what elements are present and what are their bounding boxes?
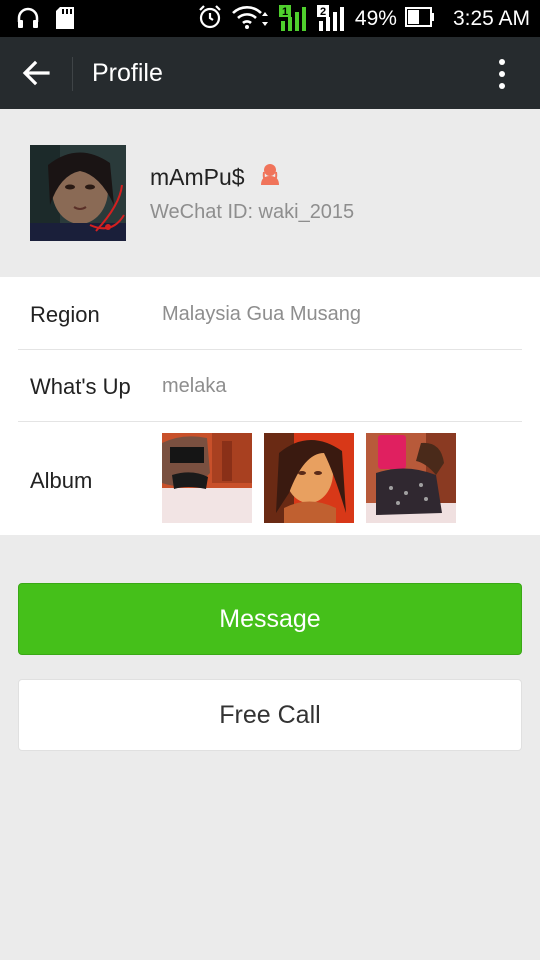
- signal-sim1-icon: 1: [278, 3, 309, 36]
- profile-header: mAmPu$ WeChat ID: waki_2015: [0, 109, 540, 277]
- avatar[interactable]: [30, 145, 126, 241]
- alarm-icon: [197, 4, 223, 35]
- wifi-icon: [231, 4, 271, 35]
- whatsup-row[interactable]: What's Up melaka: [0, 350, 540, 421]
- svg-text:2: 2: [320, 6, 326, 18]
- sd-card-icon: [54, 6, 76, 35]
- free-call-button[interactable]: Free Call: [18, 679, 522, 751]
- arrow-left-icon: [22, 60, 50, 86]
- nickname-row: mAmPu$: [150, 163, 281, 192]
- album-photo[interactable]: [264, 433, 354, 523]
- album-photo[interactable]: [366, 433, 456, 523]
- back-button[interactable]: [18, 55, 54, 91]
- whatsup-label: What's Up: [30, 374, 131, 399]
- album-photo[interactable]: [162, 433, 252, 523]
- more-vertical-icon: [499, 59, 505, 89]
- signal-sim2-icon: 2: [316, 3, 347, 36]
- battery-icon: [404, 6, 435, 32]
- whatsup-value: melaka: [162, 375, 227, 397]
- more-options-button[interactable]: [488, 57, 516, 91]
- app-bar: Profile: [0, 37, 540, 109]
- battery-percent: 49%: [354, 7, 397, 30]
- status-bar: 1 2 49% 3:25 AM: [0, 0, 540, 37]
- status-time: 3:25 AM: [452, 7, 530, 30]
- album-thumbnails: [162, 433, 456, 523]
- appbar-divider: [72, 57, 73, 91]
- region-value: Malaysia Gua Musang: [162, 303, 361, 325]
- wechat-id: WeChat ID: waki_2015: [150, 201, 355, 223]
- headset-icon: [16, 6, 40, 35]
- region-label: Region: [30, 302, 100, 327]
- album-label: Album: [30, 468, 93, 493]
- message-button[interactable]: Message: [18, 583, 522, 655]
- nickname: mAmPu$: [150, 164, 245, 190]
- svg-text:1: 1: [282, 6, 288, 18]
- page-title: Profile: [92, 59, 163, 87]
- region-row[interactable]: Region Malaysia Gua Musang: [0, 277, 540, 349]
- female-icon: [259, 163, 281, 192]
- profile-info-section: Region Malaysia Gua Musang What's Up mel…: [0, 277, 540, 535]
